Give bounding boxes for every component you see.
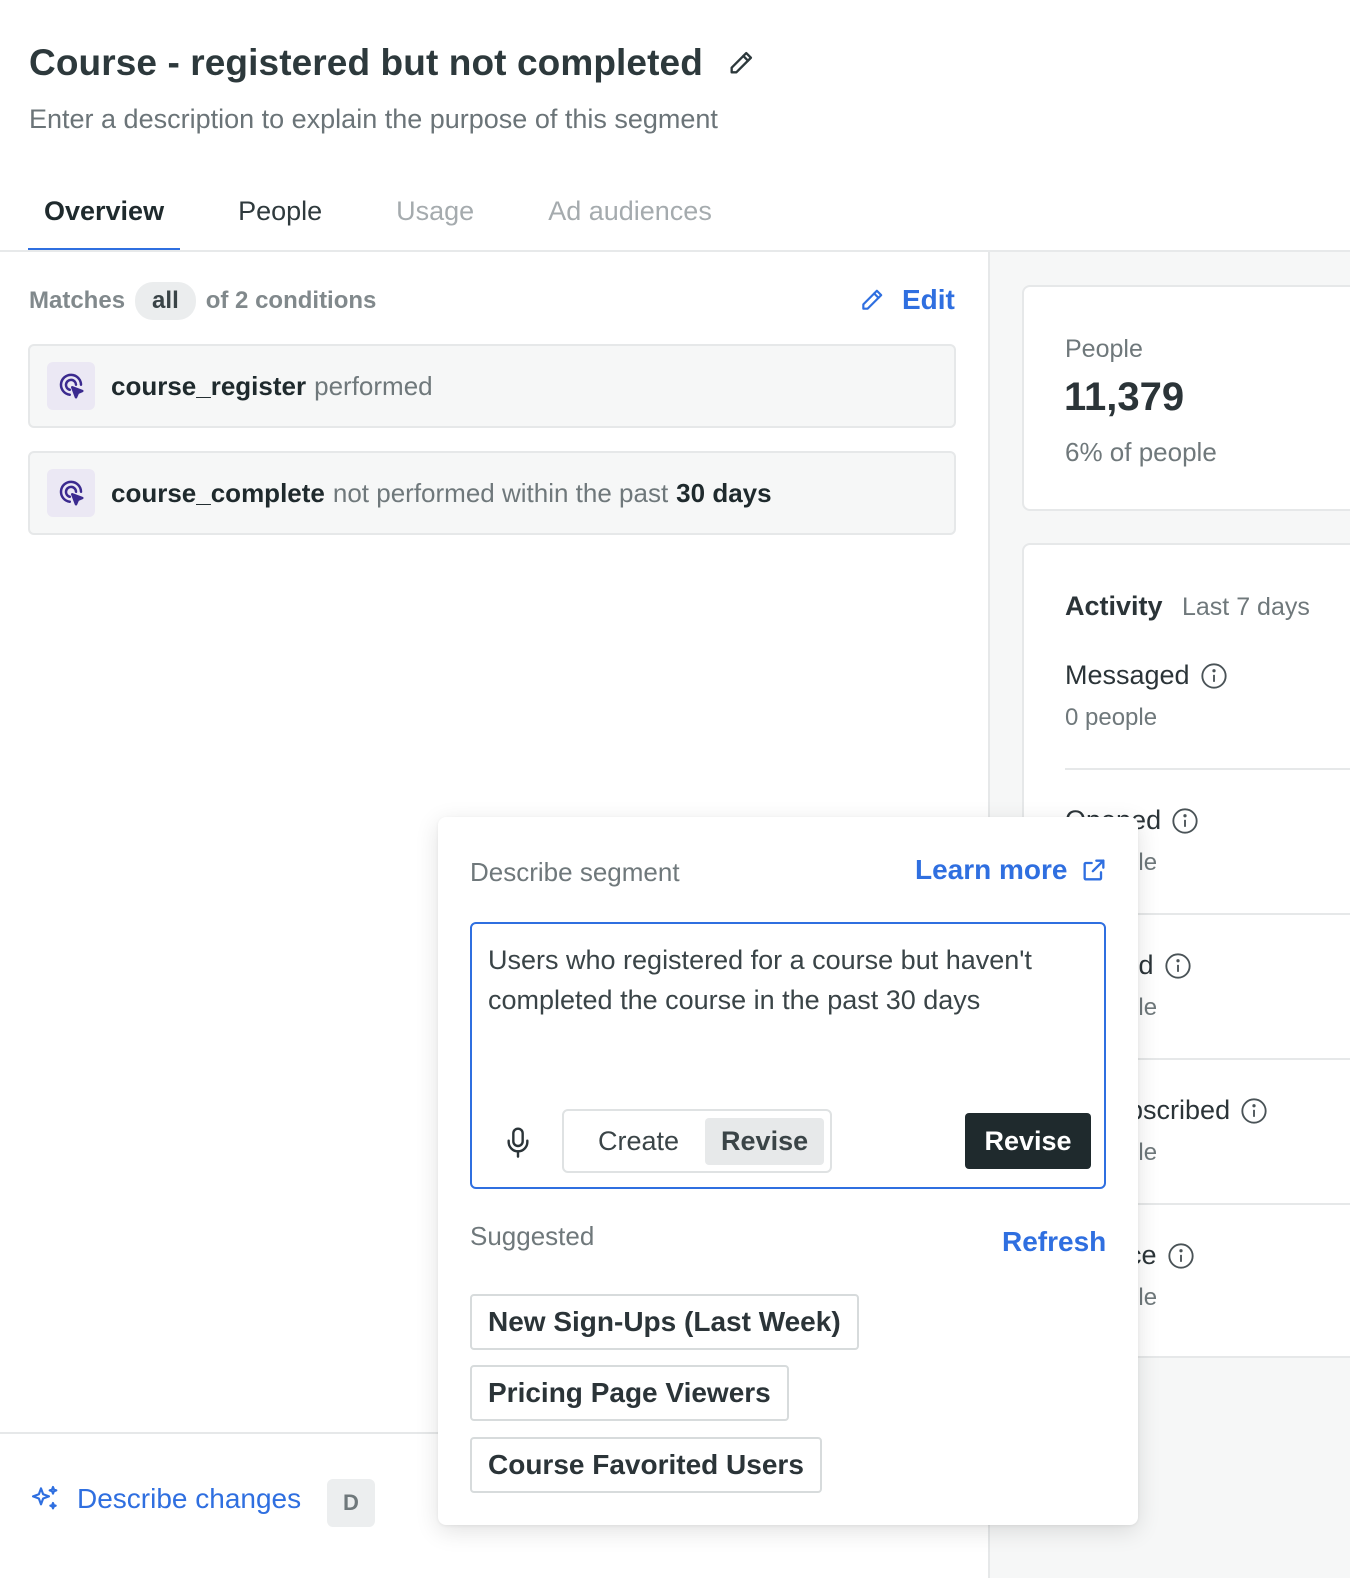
activity-title: Activity (1065, 591, 1163, 621)
info-icon[interactable] (1200, 662, 1228, 690)
activity-item-name: Messaged (1065, 660, 1190, 690)
suggestion-chip[interactable]: Pricing Page Viewers (470, 1365, 789, 1421)
tab-people[interactable]: People (222, 186, 338, 252)
describe-segment-popover: Describe segment Learn more Users who re… (438, 817, 1138, 1525)
segment-description[interactable]: Enter a description to explain the purpo… (29, 104, 718, 135)
matches-suffix: of 2 conditions (205, 287, 377, 314)
condition-row[interactable]: course_register performed (28, 344, 956, 428)
tab-bar: Overview People Usage Ad audiences (28, 186, 728, 252)
page-title: Course - registered but not completed (29, 42, 703, 83)
suggestion-chip[interactable]: Course Favorited Users (470, 1437, 822, 1493)
activity-range: Last 7 days (1182, 593, 1310, 621)
segment-description-input[interactable]: Users who registered for a course but ha… (470, 922, 1106, 1189)
segment-description-text[interactable]: Users who registered for a course but ha… (488, 940, 1088, 1020)
cursor-click-icon (47, 469, 95, 517)
describe-changes-button[interactable]: Describe changes (29, 1483, 301, 1515)
people-percent: 6% of people (1065, 437, 1217, 467)
condition-event: course_register (111, 370, 307, 401)
condition-text: not performed within the past (332, 477, 669, 508)
mode-revise-option[interactable]: Revise (705, 1117, 825, 1165)
condition-row[interactable]: course_complete not performed within the… (28, 451, 956, 535)
describe-changes-label: Describe changes (77, 1483, 302, 1514)
condition-timeframe: 30 days (676, 477, 772, 508)
info-icon[interactable] (1171, 807, 1199, 835)
learn-more-link[interactable]: Learn more (915, 854, 1108, 886)
popover-label: Describe segment (470, 857, 680, 887)
keyboard-shortcut-badge: D (327, 1479, 375, 1527)
info-icon[interactable] (1240, 1097, 1268, 1125)
cursor-click-icon (47, 362, 95, 410)
people-count: 11,379 (1064, 375, 1185, 419)
revise-button[interactable]: Revise (965, 1113, 1091, 1169)
activity-item-value: 0 people (1065, 704, 1158, 731)
people-label: People (1065, 335, 1143, 363)
info-icon[interactable] (1164, 952, 1192, 980)
refresh-button[interactable]: Refresh (1002, 1226, 1106, 1258)
title-row: Course - registered but not completed (29, 42, 755, 84)
microphone-icon[interactable] (502, 1124, 534, 1160)
mode-create-option[interactable]: Create (582, 1118, 695, 1165)
condition-text: performed (314, 370, 433, 401)
matches-mode-badge: all (135, 282, 196, 320)
tab-usage[interactable]: Usage (380, 186, 490, 252)
page-header: Course - registered but not completed En… (0, 0, 1350, 252)
pencil-icon[interactable] (727, 49, 755, 77)
edit-label: Edit (902, 284, 955, 315)
tab-overview[interactable]: Overview (28, 186, 181, 252)
edit-conditions-button[interactable]: Edit (859, 284, 955, 316)
matches-prefix: Matches (29, 287, 126, 314)
external-link-icon (1083, 859, 1104, 881)
pencil-icon (862, 289, 883, 310)
divider (1065, 768, 1350, 770)
learn-more-label: Learn more (915, 854, 1068, 885)
mode-toggle: Create Revise (562, 1109, 832, 1173)
tab-ad-audiences[interactable]: Ad audiences (532, 186, 728, 252)
info-icon[interactable] (1167, 1242, 1195, 1270)
suggestion-chip[interactable]: New Sign-Ups (Last Week) (470, 1294, 859, 1350)
activity-item-messaged: Messaged 0 people (1065, 660, 1350, 805)
matches-summary: Matches all of 2 conditions (29, 282, 376, 320)
people-count-card: People 11,379 6% of people (1022, 285, 1350, 511)
sparkles-icon (31, 1485, 58, 1510)
condition-event: course_complete (111, 477, 325, 508)
suggested-label: Suggested (470, 1221, 595, 1251)
